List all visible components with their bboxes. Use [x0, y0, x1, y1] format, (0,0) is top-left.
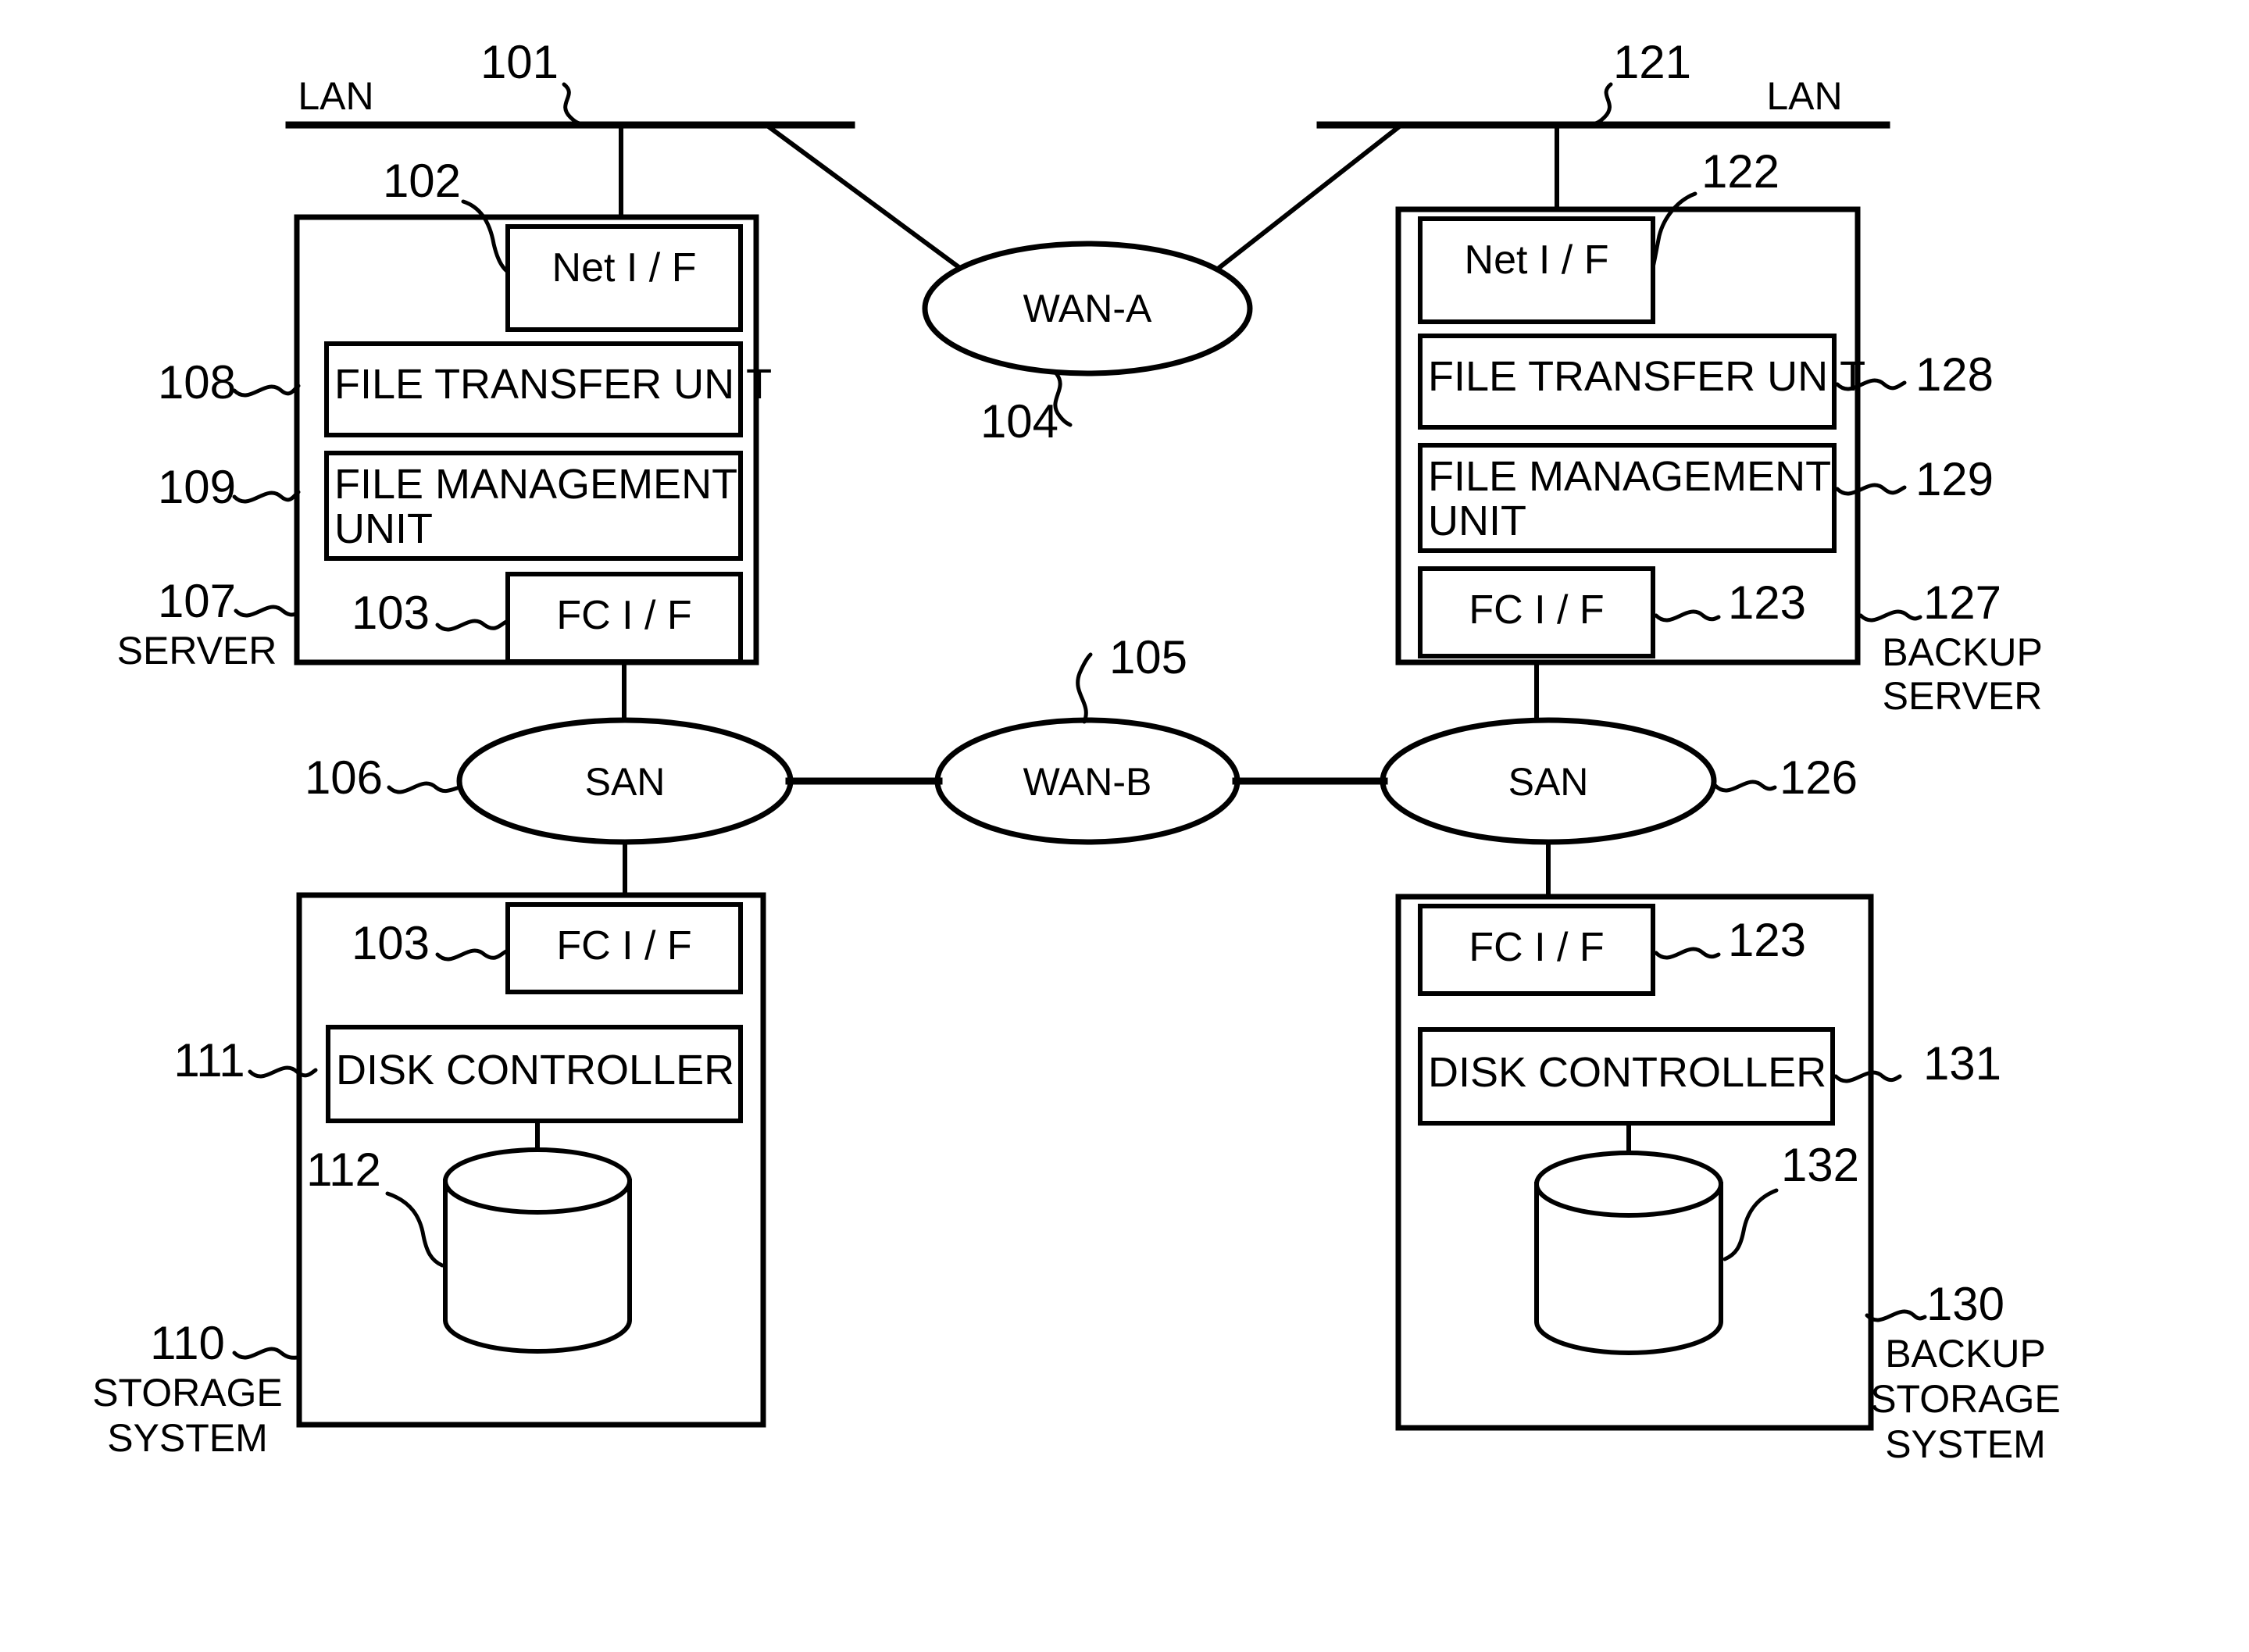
server-group: Net I / F 102 FILE TRANSFER UNIT 108 FIL…	[117, 155, 772, 733]
backup-server-file-management-label-2: UNIT	[1428, 498, 1526, 544]
right-san-ref: 126	[1780, 751, 1858, 804]
backup-storage-fc-if-ref: 123	[1728, 914, 1806, 966]
storage-disk-top	[443, 1147, 632, 1215]
right-lan-to-wana-line	[1203, 123, 1402, 281]
wan-a-ref: 104	[980, 395, 1058, 448]
right-lan-leader-line	[1588, 82, 1613, 127]
server-file-management-leader	[232, 490, 301, 504]
server-ref: 107	[158, 575, 236, 627]
diagram-canvas: LAN 101 LAN 121 WAN-A 104 Net I / F 102 …	[92, 36, 2061, 1466]
backup-server-net-if-label: Net I / F	[1465, 237, 1609, 283]
server-net-if-ref: 102	[383, 155, 461, 207]
backup-storage-disk-ref: 132	[1781, 1139, 1859, 1191]
backup-server-file-transfer-label: FILE TRANSFER UNIT	[1428, 353, 1865, 400]
backup-storage-disk-controller-label: DISK CONTROLLER	[1428, 1049, 1826, 1096]
backup-server-name-label-1: BACKUP	[1882, 630, 2043, 674]
backup-storage-disk-top	[1534, 1151, 1723, 1218]
server-file-management-label-1: FILE MANAGEMENT	[334, 461, 737, 508]
wan-b-leader	[1076, 652, 1093, 724]
left-lan-label: LAN	[298, 74, 373, 118]
backup-storage-disk-cylinder	[1534, 1151, 1723, 1355]
server-file-transfer-leader	[232, 384, 301, 398]
backup-storage-system-name-label-1: BACKUP	[1885, 1332, 2046, 1375]
storage-fc-if-label: FC I / F	[556, 923, 691, 969]
server-file-transfer-ref: 108	[158, 356, 236, 409]
backup-storage-system-group: FC I / F 123 DISK CONTROLLER 131 132 130…	[1395, 894, 2061, 1466]
storage-disk-controller-ref: 111	[173, 1034, 245, 1086]
storage-system-group: FC I / F 103 DISK CONTROLLER 111 112 110…	[92, 892, 766, 1460]
wan-a-node: WAN-A 104	[922, 241, 1253, 448]
storage-disk-ref: 112	[306, 1144, 381, 1196]
right-lan-ref: 121	[1613, 36, 1691, 88]
right-lan-label: LAN	[1766, 74, 1842, 118]
backup-storage-fc-if-label: FC I / F	[1469, 925, 1604, 970]
patent-figure: LAN 101 LAN 121 WAN-A 104 Net I / F 102 …	[0, 0, 2249, 1652]
wan-b-label: WAN-B	[1023, 760, 1152, 804]
backup-server-name-label-2: SERVER	[1883, 674, 2043, 718]
backup-server-fc-if-ref: 123	[1728, 576, 1806, 629]
left-lan-ref: 101	[480, 36, 559, 88]
backup-server-file-management-label-1: FILE MANAGEMENT	[1428, 453, 1831, 500]
wan-b-ref: 105	[1109, 631, 1187, 683]
san-wanb-row: SAN 106 WAN-B 105 SAN 126	[305, 631, 1858, 899]
storage-system-name-label-2: SYSTEM	[107, 1416, 268, 1460]
storage-disk-controller-label: DISK CONTROLLER	[336, 1047, 734, 1094]
backup-storage-disk-controller-ref: 131	[1923, 1037, 2001, 1090]
storage-system-ref: 110	[150, 1317, 225, 1369]
left-san-label: SAN	[585, 760, 666, 804]
backup-storage-system-name-label-2: STORAGE	[1870, 1377, 2061, 1421]
server-fc-if-ref: 103	[352, 587, 430, 639]
storage-system-name-label-1: STORAGE	[92, 1371, 283, 1415]
storage-fc-if-ref: 103	[352, 917, 430, 969]
right-san-leader	[1713, 780, 1777, 793]
server-net-if-label: Net I / F	[552, 245, 697, 291]
backup-storage-system-name-label-3: SYSTEM	[1885, 1422, 2046, 1466]
server-fc-if-label: FC I / F	[556, 593, 691, 638]
server-file-management-ref: 109	[158, 461, 236, 513]
left-san-ref: 106	[305, 751, 383, 804]
backup-server-ref: 127	[1923, 576, 2001, 629]
left-lan-leader-line	[562, 82, 587, 127]
right-san-label: SAN	[1508, 760, 1589, 804]
server-file-transfer-label: FILE TRANSFER UNIT	[334, 361, 772, 408]
backup-server-net-if-ref: 122	[1701, 145, 1780, 198]
left-san-leader	[387, 781, 462, 794]
backup-server-group: Net I / F 122 FILE TRANSFER UNIT 128 FIL…	[1395, 145, 2043, 729]
storage-system-ref-leader	[232, 1347, 301, 1360]
backup-server-fc-if-label: FC I / F	[1469, 587, 1604, 633]
storage-disk-cylinder	[443, 1147, 632, 1354]
backup-server-file-management-ref: 129	[1915, 453, 1994, 505]
backup-server-file-transfer-ref: 128	[1915, 348, 1994, 401]
backup-storage-system-ref-leader	[1865, 1309, 1927, 1322]
server-file-management-label-2: UNIT	[334, 505, 433, 552]
backup-server-ref-leader	[1858, 609, 1922, 623]
wan-a-label: WAN-A	[1023, 287, 1152, 330]
left-lan-to-wana-line	[766, 123, 976, 281]
server-ref-leader	[234, 605, 299, 618]
backup-storage-system-ref: 130	[1926, 1278, 2004, 1330]
server-name-label: SERVER	[117, 629, 277, 673]
